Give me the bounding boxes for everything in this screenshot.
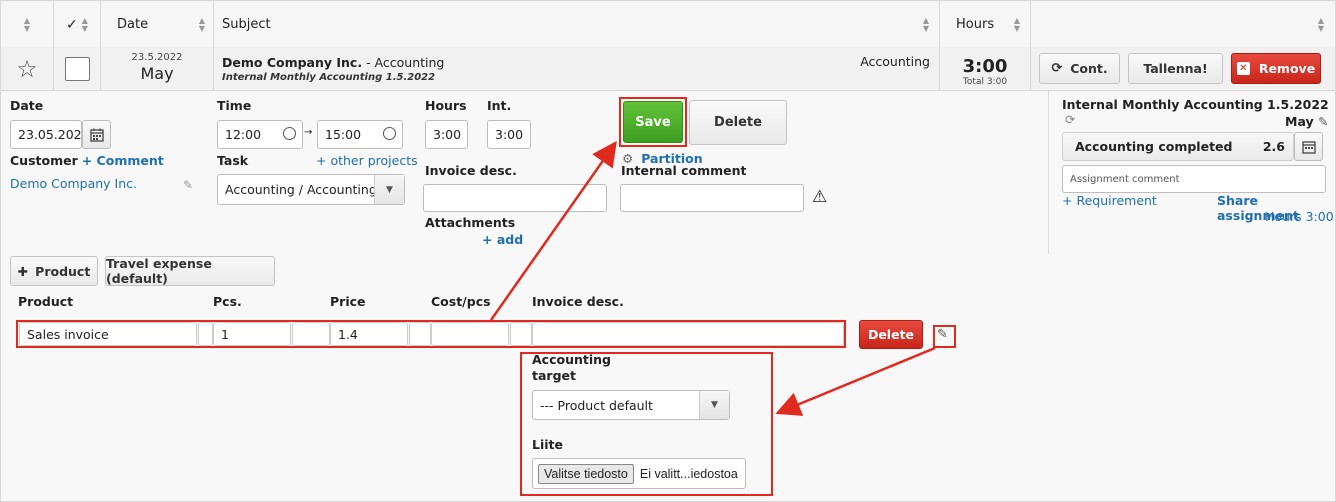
arrow-to-details bbox=[775, 346, 936, 416]
annotation-arrows bbox=[489, 140, 936, 416]
arrow-to-save bbox=[489, 140, 617, 321]
